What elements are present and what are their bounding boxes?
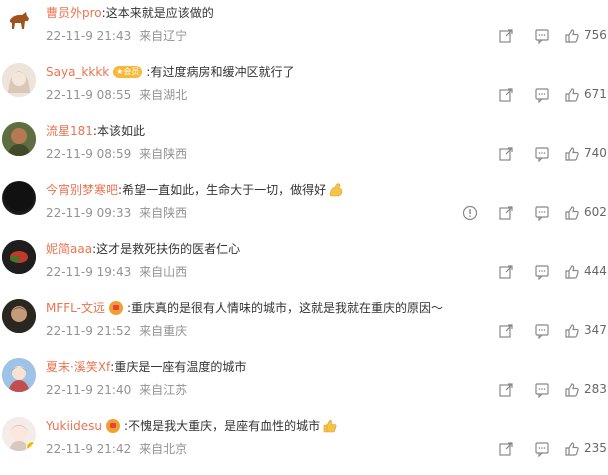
comment-location: 来自江苏 bbox=[139, 383, 188, 397]
like-count: 756 bbox=[584, 28, 607, 42]
comment-list: 曹员外pro : 这本来就是应该做的 22-11-9 21:43 来自辽宁 75… bbox=[0, 0, 608, 475]
comment-icon[interactable] bbox=[532, 144, 552, 164]
like-icon[interactable] bbox=[562, 203, 582, 223]
comment-icon[interactable] bbox=[532, 380, 552, 400]
like-count: 602 bbox=[584, 205, 607, 219]
flexed-biceps-icon bbox=[329, 183, 343, 197]
comment-time: 22-11-9 21:40 bbox=[46, 383, 132, 397]
commenter-name[interactable]: 曹员外pro bbox=[46, 4, 102, 22]
commenter-name[interactable]: MFFL-文远 bbox=[46, 299, 105, 317]
person-avatar-icon bbox=[2, 122, 36, 156]
comment-location: 来自山西 bbox=[139, 265, 188, 279]
comment-row: MFFL-文远 : 重庆真的是很有人情味的城市，这就是我就在重庆的原因～ 22-… bbox=[0, 295, 608, 356]
avatar[interactable] bbox=[2, 122, 36, 156]
like-count: 671 bbox=[584, 87, 607, 101]
comment-row: 妮简aaa : 这才是救死扶伤的医者仁心 22-11-9 19:43 来自山西 … bbox=[0, 236, 608, 297]
share-icon[interactable] bbox=[496, 144, 516, 164]
comment-row: 夏末·溪笑Xf : 重庆是一座有温度的城市 22-11-9 21:40 来自江苏… bbox=[0, 354, 608, 415]
commenter-name[interactable]: 今宵别梦寒吧 bbox=[46, 181, 118, 199]
anime-avatar-icon bbox=[2, 63, 36, 97]
like-count: 235 bbox=[584, 441, 607, 455]
avatar[interactable] bbox=[2, 358, 36, 392]
comment-location: 来自湖北 bbox=[139, 88, 188, 102]
comment-row: Yukiidesu : 不愧是我大重庆，是座有血性的城市 22-11-9 21:… bbox=[0, 413, 608, 474]
comment-text: 希望一直如此，生命大于一切，做得好 bbox=[122, 183, 327, 197]
comment-text: 不愧是我大重庆，是座有血性的城市 bbox=[128, 419, 321, 433]
vip-badge: ★会员 bbox=[113, 66, 143, 78]
verified-badge-icon bbox=[26, 441, 36, 451]
avatar[interactable] bbox=[2, 181, 36, 215]
avatar[interactable] bbox=[2, 240, 36, 274]
comment-time: 22-11-9 21:52 bbox=[46, 324, 132, 338]
comment-row: Saya_kkkk ★会员 : 有过度病房和缓冲区就行了 22-11-9 08:… bbox=[0, 59, 608, 120]
horse-avatar-icon bbox=[2, 4, 36, 38]
commenter-name[interactable]: 夏末·溪笑Xf bbox=[46, 358, 110, 376]
like-count: 444 bbox=[584, 264, 607, 278]
avatar[interactable] bbox=[2, 4, 36, 38]
comment-row: 流星181 : 本该如此 22-11-9 08:59 来自陕西 740 bbox=[0, 118, 608, 179]
comment-text: 有过度病房和缓冲区就行了 bbox=[150, 65, 295, 79]
person-avatar-icon bbox=[2, 299, 36, 333]
share-icon[interactable] bbox=[496, 85, 516, 105]
like-icon[interactable] bbox=[562, 262, 582, 282]
comment-text: 这本来就是应该做的 bbox=[105, 6, 214, 20]
comment-time: 22-11-9 21:43 bbox=[46, 29, 132, 43]
like-icon[interactable] bbox=[562, 380, 582, 400]
anime-avatar-icon bbox=[2, 358, 36, 392]
like-icon[interactable] bbox=[562, 321, 582, 341]
fan-badge-icon bbox=[106, 419, 121, 433]
comment-text: 重庆真的是很有人情味的城市，这就是我就在重庆的原因～ bbox=[131, 301, 444, 315]
comment-icon[interactable] bbox=[532, 321, 552, 341]
comment-location: 来自陕西 bbox=[139, 147, 188, 161]
avatar[interactable] bbox=[2, 417, 36, 451]
comment-location: 来自北京 bbox=[139, 442, 188, 456]
share-icon[interactable] bbox=[496, 321, 516, 341]
comment-icon[interactable] bbox=[532, 26, 552, 46]
comment-icon[interactable] bbox=[532, 439, 552, 459]
comment-time: 22-11-9 08:59 bbox=[46, 147, 132, 161]
like-icon[interactable] bbox=[562, 85, 582, 105]
comment-text: 重庆是一座有温度的城市 bbox=[114, 360, 247, 374]
commenter-name[interactable]: 妮简aaa bbox=[46, 240, 92, 258]
like-count: 347 bbox=[584, 323, 607, 337]
avatar[interactable] bbox=[2, 299, 36, 333]
like-count: 283 bbox=[584, 382, 607, 396]
like-count: 740 bbox=[584, 146, 607, 160]
commenter-name[interactable]: Yukiidesu bbox=[46, 417, 102, 435]
comment-row: 曹员外pro : 这本来就是应该做的 22-11-9 21:43 来自辽宁 75… bbox=[0, 0, 608, 61]
report-icon[interactable] bbox=[460, 203, 480, 223]
comment-location: 来自辽宁 bbox=[139, 29, 188, 43]
thumbs-up-emoji-icon bbox=[323, 419, 337, 433]
commenter-name[interactable]: Saya_kkkk bbox=[46, 63, 109, 81]
share-icon[interactable] bbox=[496, 439, 516, 459]
comment-time: 22-11-9 21:42 bbox=[46, 442, 132, 456]
like-icon[interactable] bbox=[562, 144, 582, 164]
fan-badge-icon bbox=[108, 301, 123, 315]
comment-icon[interactable] bbox=[532, 203, 552, 223]
comment-location: 来自陕西 bbox=[139, 206, 188, 220]
flower-avatar-icon bbox=[2, 240, 36, 274]
comment-time: 22-11-9 19:43 bbox=[46, 265, 132, 279]
comment-icon[interactable] bbox=[532, 85, 552, 105]
comment-location: 来自重庆 bbox=[139, 324, 188, 338]
comment-text: 本该如此 bbox=[96, 124, 145, 138]
comment-icon[interactable] bbox=[532, 262, 552, 282]
share-icon[interactable] bbox=[496, 380, 516, 400]
commenter-name[interactable]: 流星181 bbox=[46, 122, 93, 140]
comment-time: 22-11-9 09:33 bbox=[46, 206, 132, 220]
like-icon[interactable] bbox=[562, 26, 582, 46]
comment-time: 22-11-9 08:55 bbox=[46, 88, 132, 102]
share-icon[interactable] bbox=[496, 203, 516, 223]
comment-row: 今宵别梦寒吧 : 希望一直如此，生命大于一切，做得好 22-11-9 09:33… bbox=[0, 177, 608, 238]
comment-text: 这才是救死扶伤的医者仁心 bbox=[96, 242, 241, 256]
share-icon[interactable] bbox=[496, 262, 516, 282]
avatar[interactable] bbox=[2, 63, 36, 97]
share-icon[interactable] bbox=[496, 26, 516, 46]
like-icon[interactable] bbox=[562, 439, 582, 459]
